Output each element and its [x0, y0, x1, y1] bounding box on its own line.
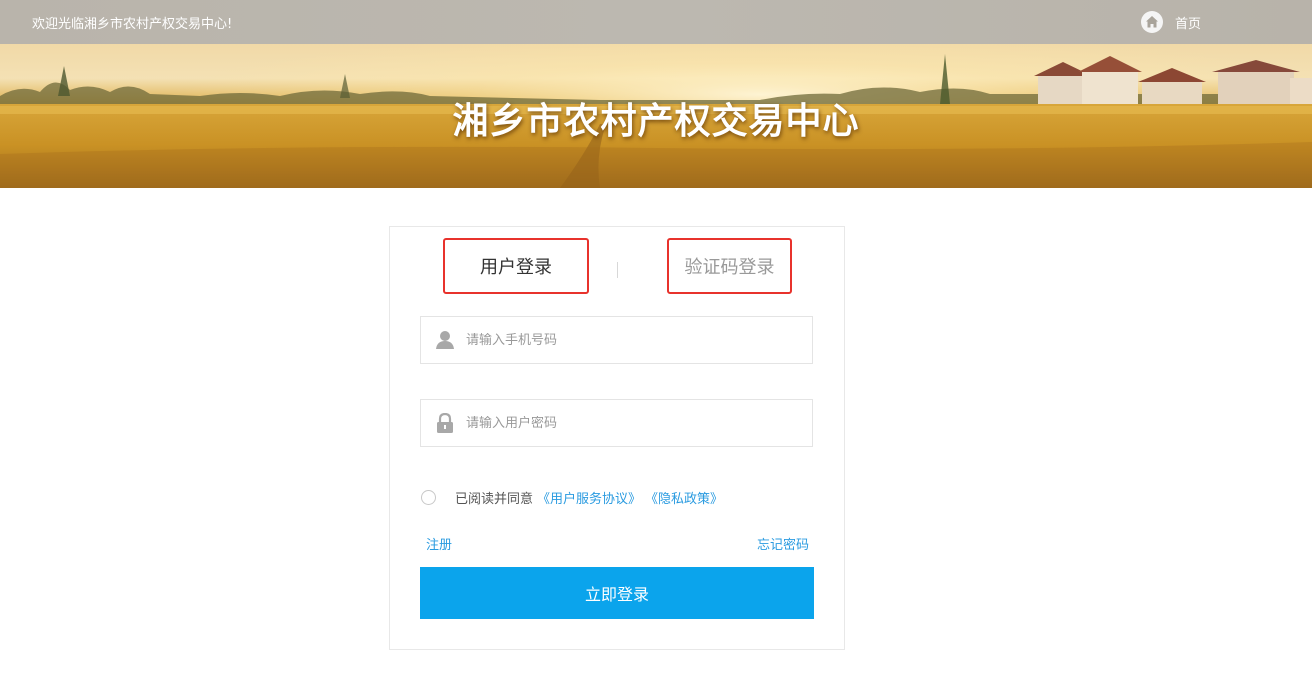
password-input[interactable]	[466, 415, 786, 431]
home-label: 首页	[1175, 16, 1202, 32]
agreement-row: 已阅读并同意 《用户服务协议》 《隐私政策》	[421, 488, 723, 507]
login-card: 用户登录 验证码登录 已阅读并同意 《用户服务协议》 《隐私政策》 注册 忘记密…	[389, 226, 845, 650]
phone-input[interactable]	[466, 332, 786, 348]
phone-field	[420, 316, 813, 364]
login-button[interactable]: 立即登录	[420, 567, 814, 619]
banner: 湘乡市农村产权交易中心	[0, 44, 1312, 188]
agree-radio[interactable]	[421, 490, 436, 505]
tab-user-login[interactable]: 用户登录	[443, 238, 589, 294]
lock-icon	[436, 412, 454, 433]
tab-divider	[617, 262, 618, 278]
home-icon	[1141, 11, 1163, 33]
privacy-policy-link[interactable]: 《隐私政策》	[645, 488, 723, 507]
top-bar: 欢迎光临湘乡市农村产权交易中心! 首页	[0, 0, 1312, 44]
banner-title: 湘乡市农村产权交易中心	[452, 101, 860, 142]
register-link[interactable]: 注册	[426, 534, 452, 553]
service-agreement-link[interactable]: 《用户服务协议》	[537, 488, 641, 507]
forgot-password-link[interactable]: 忘记密码	[757, 534, 809, 553]
user-icon	[436, 330, 454, 350]
password-field	[420, 399, 813, 447]
agreement-text: 已阅读并同意	[455, 492, 534, 507]
tab-code-login[interactable]: 验证码登录	[667, 238, 792, 294]
home-link[interactable]: 首页	[1141, 11, 1201, 33]
welcome-text: 欢迎光临湘乡市农村产权交易中心!	[32, 17, 233, 32]
